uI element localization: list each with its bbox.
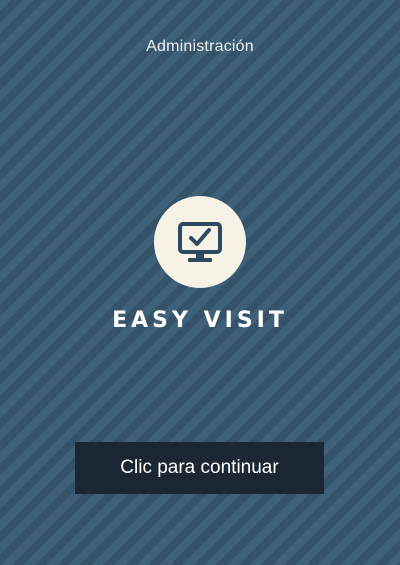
app-title: EASY VISIT — [112, 308, 288, 333]
app-logo — [154, 196, 246, 288]
administration-link[interactable]: Administración — [0, 38, 400, 56]
continue-button[interactable]: Clic para continuar — [75, 442, 324, 494]
monitor-check-icon — [178, 222, 222, 262]
